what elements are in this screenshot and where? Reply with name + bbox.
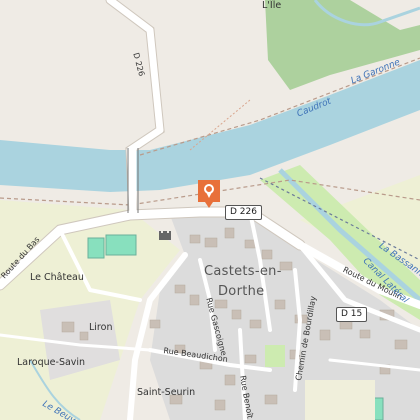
label-saint-seurin: Saint-Seurin xyxy=(137,387,196,398)
map-view[interactable]: L'Île La Garonne Caudrot D 226 Route du … xyxy=(0,0,420,420)
sports-pitch xyxy=(87,237,105,259)
label-castets-line2: Dorthe xyxy=(218,284,265,299)
school-area xyxy=(305,380,375,420)
castle-icon xyxy=(159,231,171,240)
label-laroque-savin: Laroque-Savin xyxy=(17,357,86,368)
label-l-ile: L'Île xyxy=(262,0,282,11)
label-castets-line1: Castets-en- xyxy=(204,264,282,279)
label-liron: Liron xyxy=(89,322,113,333)
map-pin-icon[interactable] xyxy=(196,178,222,212)
sports-pitch-2 xyxy=(105,234,137,256)
label-le-chateau: Le Château xyxy=(30,272,84,283)
road-shield-d15: D 15 xyxy=(336,307,368,322)
road-shield-d226: D 226 xyxy=(225,205,262,220)
park xyxy=(265,345,285,367)
